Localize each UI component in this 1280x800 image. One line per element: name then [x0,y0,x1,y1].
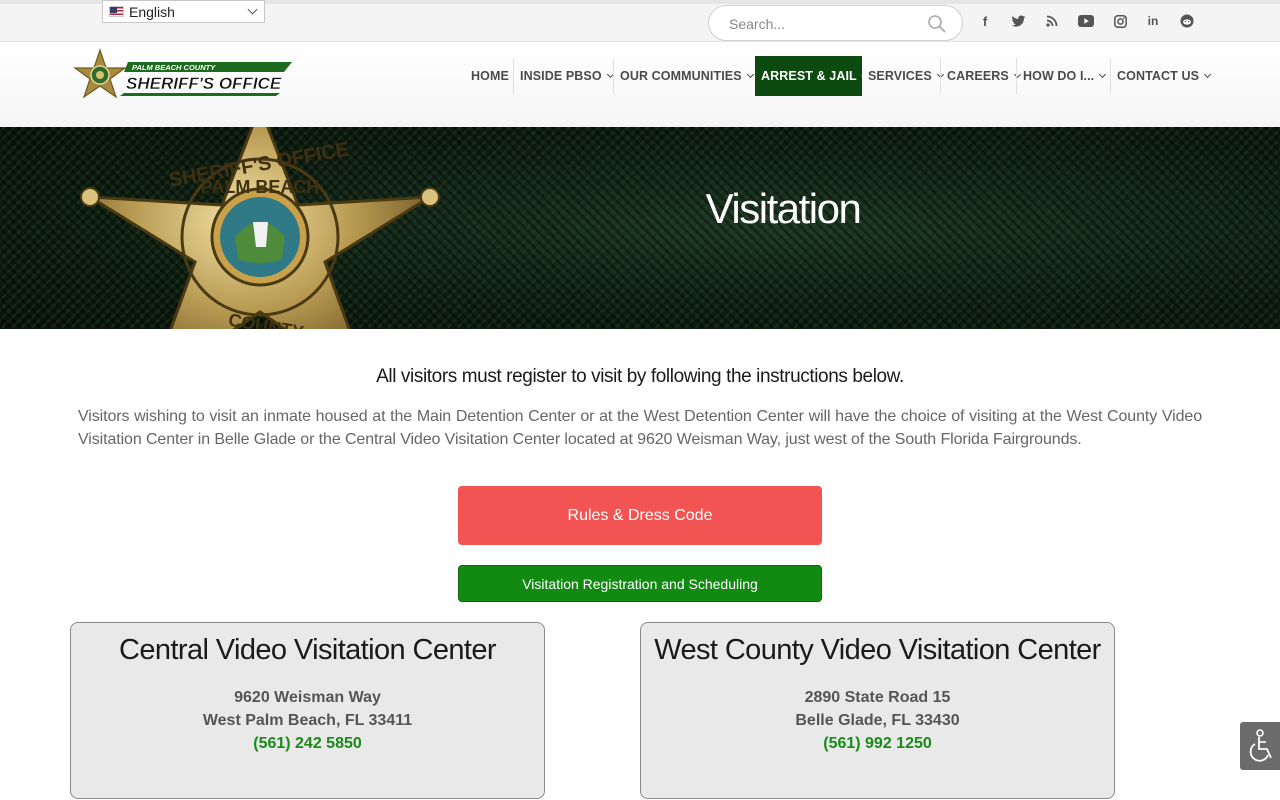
nav-home[interactable]: HOME [471,56,509,96]
chevron-down-icon [746,70,754,78]
intro-paragraph: Visitors wishing to visit an inmate hous… [78,408,1202,448]
chevron-down-icon [247,4,258,15]
center-street: 2890 State Road 15 [804,689,951,706]
language-selector[interactable]: English [102,0,265,23]
site-header: PALM BEACH COUNTY SHERIFF'S OFFICE HOME … [0,42,1280,127]
hero-banner: SHERIFF'S OFFICE PALM BEACH COUNTY Visit… [0,127,1280,329]
chevron-down-icon [1203,70,1212,78]
central-center-card: Central Video Visitation Center 9620 Wei… [70,622,545,799]
nav-careers[interactable]: CAREERS [947,56,1021,96]
nav-contact-us[interactable]: CONTACT US [1117,56,1212,96]
center-street: 9620 Weisman Way [234,689,381,706]
intro-heading: All visitors must register to visit by f… [376,366,904,387]
nav-how-do-i[interactable]: HOW DO I... [1023,56,1107,96]
registration-scheduling-button[interactable]: Visitation Registration and Scheduling [458,565,822,602]
center-phone[interactable]: (561) 992 1250 [641,732,1114,755]
facebook-icon[interactable]: f [976,12,994,30]
chevron-down-icon [1013,70,1021,78]
rules-dress-code-button[interactable]: Rules & Dress Code [458,486,822,545]
west-county-center-card: West County Video Visitation Center 2890… [640,622,1115,799]
instagram-icon[interactable] [1111,12,1129,30]
center-city: Belle Glade, FL 33430 [795,712,960,729]
rss-icon[interactable] [1043,12,1061,30]
accessibility-button[interactable] [1240,722,1280,770]
search-icon[interactable] [927,14,947,34]
us-flag-icon [109,6,124,17]
chevron-down-icon [1099,70,1107,78]
center-phone[interactable]: (561) 242 5850 [71,732,544,755]
main-nav: HOME INSIDE PBSO OUR COMMUNITIES ARREST … [0,56,1280,96]
utility-bar: English f in [0,0,1280,42]
chevron-down-icon [861,71,866,77]
youtube-icon[interactable] [1077,12,1095,30]
nav-arrest-jail[interactable]: ARREST & JAIL [755,56,866,96]
accessibility-icon [1249,729,1272,762]
center-name: West County Video Visitation Center [654,634,1101,666]
language-label: English [129,3,175,20]
search-input[interactable] [729,14,919,34]
nav-our-communities[interactable]: OUR COMMUNITIES [620,56,754,96]
center-name: Central Video Visitation Center [119,634,497,666]
twitter-icon[interactable] [1009,12,1027,30]
page-title: Visitation [705,185,862,232]
center-city: West Palm Beach, FL 33411 [202,712,413,729]
linkedin-icon[interactable]: in [1144,12,1162,30]
reddit-icon[interactable] [1178,12,1196,30]
search-box [708,5,963,41]
nav-services[interactable]: SERVICES [868,56,944,96]
nav-inside-pbso[interactable]: INSIDE PBSO [520,56,614,96]
